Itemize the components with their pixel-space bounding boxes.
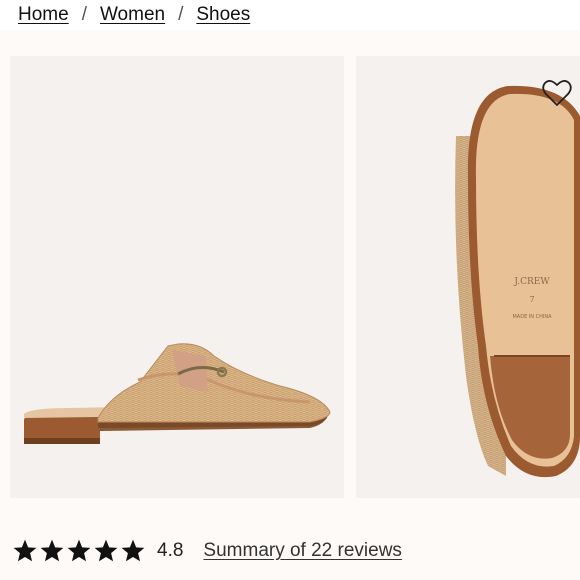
breadcrumb-women-link[interactable]: Women bbox=[100, 4, 165, 26]
heart-icon[interactable] bbox=[540, 76, 574, 110]
mule-side-illustration bbox=[24, 343, 331, 444]
product-image-sole[interactable]: J.CREW 7 MADE IN CHINA bbox=[356, 56, 580, 498]
rating-value: 4.8 bbox=[157, 540, 184, 561]
product-rating: 4.8 Summary of 22 reviews bbox=[12, 536, 402, 566]
reviews-summary-link[interactable]: Summary of 22 reviews bbox=[203, 540, 402, 562]
star-filled-icon bbox=[94, 539, 118, 562]
star-filled-icon bbox=[13, 539, 37, 562]
star-rating bbox=[12, 538, 146, 564]
breadcrumb-shoes-link[interactable]: Shoes bbox=[196, 4, 250, 26]
product-image-side[interactable] bbox=[10, 56, 344, 498]
mule-sole-illustration: J.CREW 7 MADE IN CHINA bbox=[455, 85, 580, 478]
sole-brand-text: J.CREW bbox=[513, 277, 550, 287]
product-image-gallery: J.CREW 7 MADE IN CHINA bbox=[0, 30, 580, 500]
star-filled-icon bbox=[67, 539, 91, 562]
sole-origin-text: MADE IN CHINA bbox=[512, 314, 552, 320]
breadcrumb-home-link[interactable]: Home bbox=[18, 4, 69, 26]
breadcrumb: Home / Women / Shoes bbox=[0, 0, 580, 30]
star-filled-icon bbox=[40, 539, 64, 562]
star-filled-icon bbox=[121, 539, 145, 562]
breadcrumb-separator: / bbox=[178, 4, 184, 25]
breadcrumb-separator: / bbox=[81, 4, 87, 25]
sole-size-text: 7 bbox=[529, 295, 534, 304]
